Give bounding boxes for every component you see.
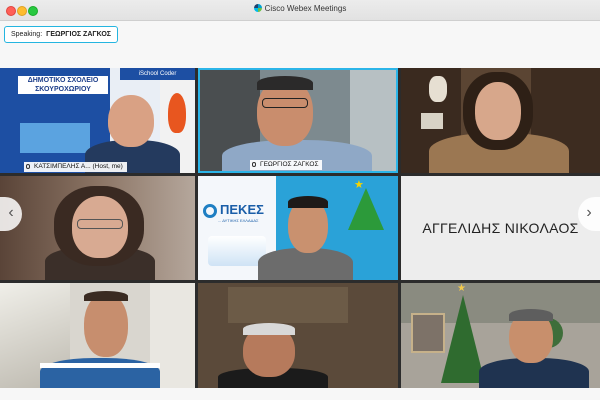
bust-statue-icon — [429, 76, 447, 102]
participant-head — [108, 95, 154, 147]
video-grid: ΔΗΜΟΤΙΚΟ ΣΧΟΛΕΙΟ ΣΚΟΥΡΟΧΩΡΙΟΥ iSchool Co… — [0, 68, 600, 388]
glasses-icon — [77, 219, 123, 229]
microphone-icon — [26, 164, 30, 169]
glasses-icon — [262, 98, 308, 108]
participant-hair — [243, 323, 295, 335]
title-bar: Cisco Webex Meetings — [0, 0, 600, 21]
gear-logo-icon — [203, 204, 217, 218]
video-tile-8[interactable] — [198, 283, 398, 388]
wall-picture — [228, 287, 348, 323]
video-tile-host[interactable]: ΔΗΜΟΤΙΚΟ ΣΧΟΛΕΙΟ ΣΚΟΥΡΟΧΩΡΙΟΥ iSchool Co… — [0, 68, 195, 173]
flame-logo-icon — [168, 93, 186, 133]
ischool-banner: iSchool Coder — [120, 68, 195, 80]
participant-name-display: ΑΓΓΕΛΙΔΗΣ ΝΙΚΟΛΑΟΣ — [422, 220, 579, 236]
participant-hair — [288, 196, 328, 208]
speaking-name: ΓΕΩΡΓΙΟΣ ΖΑΓΚΟΣ — [46, 31, 111, 38]
participant-hair — [257, 76, 313, 90]
participant-head — [475, 82, 521, 140]
video-tile-6[interactable]: ΑΓΓΕΛΙΔΗΣ ΝΙΚΟΛΑΟΣ — [401, 176, 600, 280]
window-title: Cisco Webex Meetings — [0, 4, 600, 13]
video-tile-7[interactable] — [0, 283, 195, 388]
sign-picture — [20, 123, 90, 153]
chevron-left-icon: ‹ — [8, 204, 14, 221]
school-sign-line1: ΔΗΜΟΤΙΚΟ ΣΧΟΛΕΙΟ — [27, 77, 99, 84]
participant-hair — [84, 291, 128, 301]
school-sign-line2: ΣΚΟΥΡΟΧΩΡΙΟΥ — [35, 86, 91, 93]
picture-frame — [421, 113, 443, 129]
video-tile-9[interactable]: ★ — [401, 283, 600, 388]
speaking-indicator: Speaking: ΓΕΩΡΓΙΟΣ ΖΑΓΚΟΣ — [4, 26, 118, 43]
school-sign-text: ΔΗΜΟΤΙΚΟ ΣΧΟΛΕΙΟ ΣΚΟΥΡΟΧΩΡΙΟΥ — [18, 76, 108, 94]
video-tile-5[interactable]: ΠΕΚΕΣ ... ΔΥΤΙΚΗΣ ΕΛΛΑΔΑΣ ★ — [198, 176, 398, 280]
participant-name-text: ΓΕΩΡΓΙΟΣ ΖΑΓΚΟΣ — [260, 161, 319, 168]
pekes-logo-text: ΠΕΚΕΣ — [220, 202, 264, 217]
pekes-logo-subtitle: ... ΔΥΤΙΚΗΣ ΕΛΛΑΔΑΣ — [218, 218, 259, 223]
christmas-tree-icon — [348, 188, 384, 230]
chevron-right-icon: › — [586, 204, 592, 221]
webex-logo-icon — [253, 4, 262, 12]
window-title-text: Cisco Webex Meetings — [264, 4, 347, 13]
participant-head — [84, 293, 128, 357]
microphone-icon — [252, 162, 256, 167]
video-tile-4[interactable] — [0, 176, 195, 280]
wall-painting — [411, 313, 445, 353]
participant-hair — [509, 309, 553, 321]
video-tile-active-speaker[interactable]: ΓΕΩΡΓΙΟΣ ΖΑΓΚΟΣ — [198, 68, 398, 173]
participant-name-label: ΚΑΤΣΙΜΠΕΛΗΣ Α... (Host, me) — [24, 162, 127, 172]
participant-name-label: ΓΕΩΡΓΙΟΣ ΖΑΓΚΟΣ — [250, 160, 323, 170]
speaking-label: Speaking: — [11, 31, 43, 38]
shirt-stripe — [40, 363, 160, 368]
video-tile-3[interactable] — [401, 68, 600, 173]
participant-name-text: ΚΑΤΣΙΜΠΕΛΗΣ Α... (Host, me) — [34, 163, 123, 170]
star-icon: ★ — [457, 283, 466, 294]
